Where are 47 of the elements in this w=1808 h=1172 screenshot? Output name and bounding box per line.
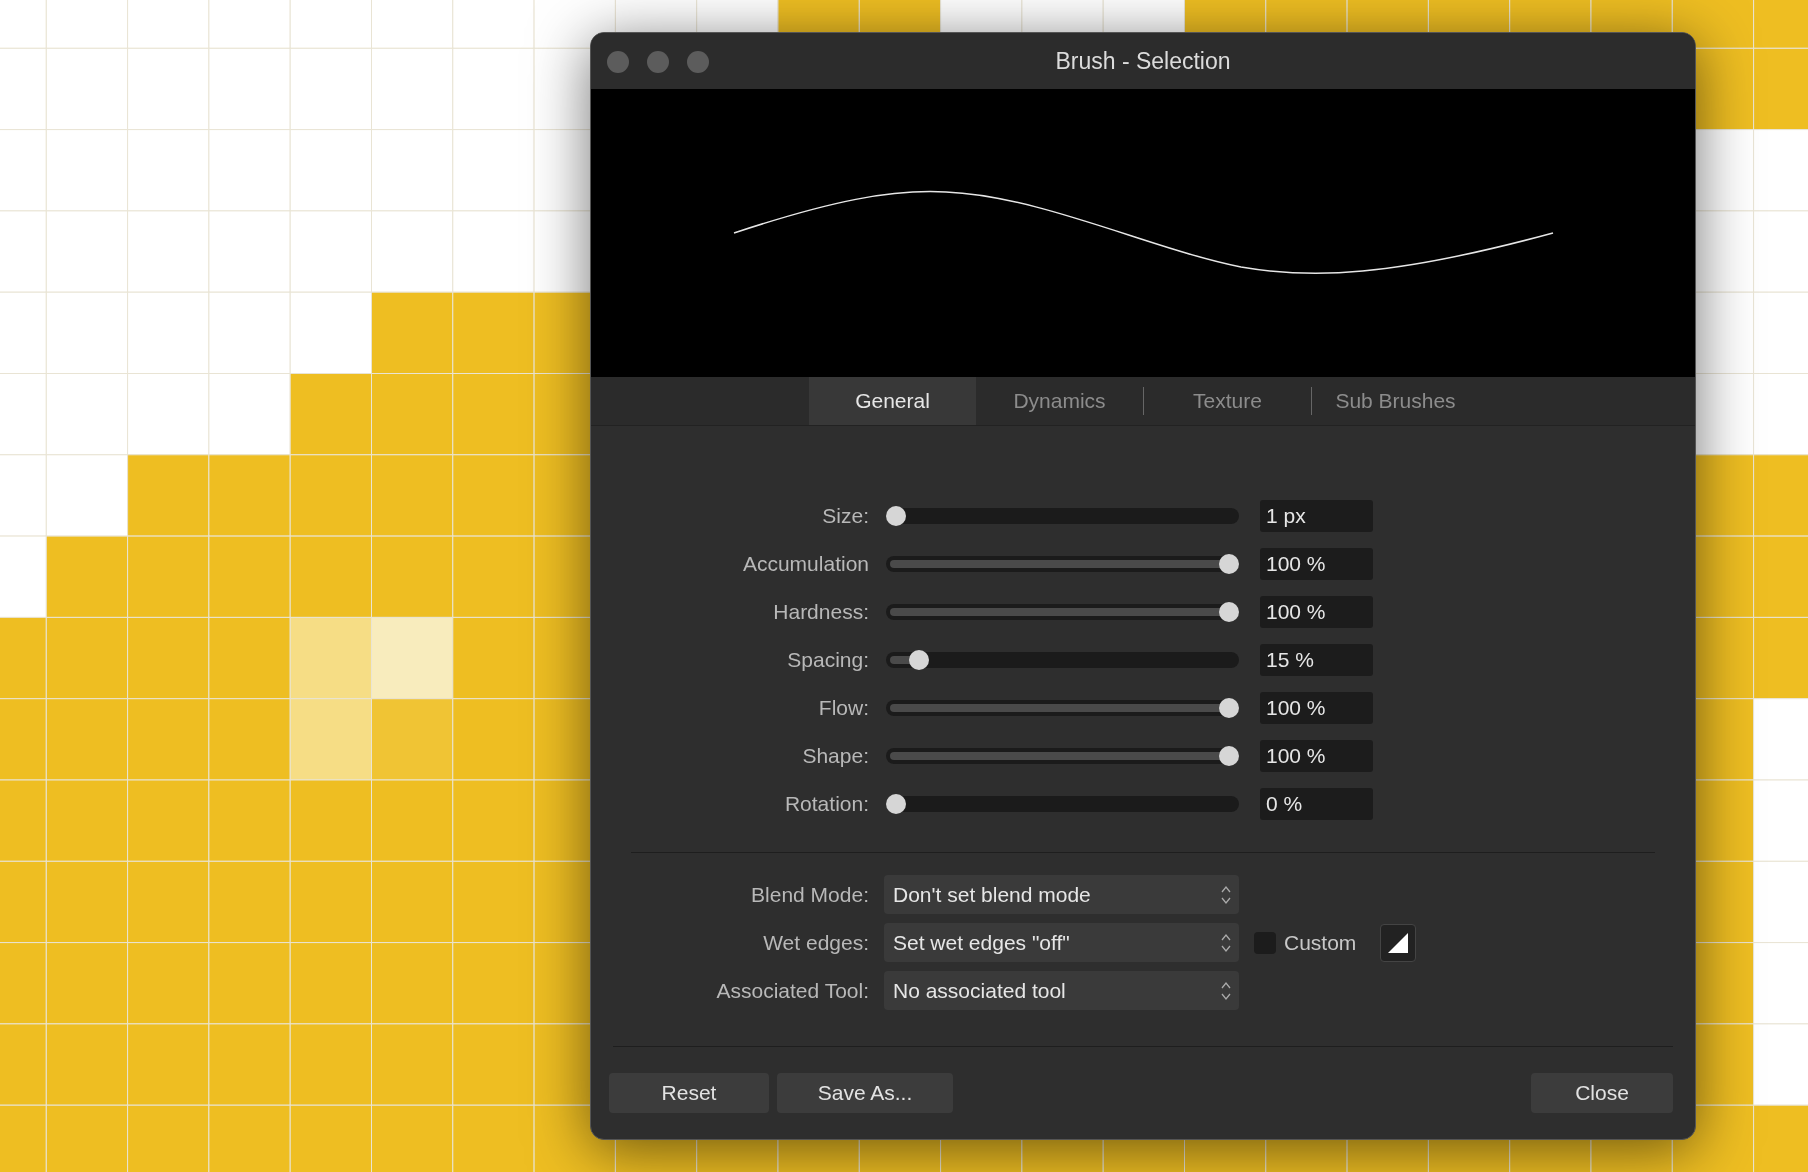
tab[interactable]: Sub Brushes <box>1312 377 1479 425</box>
field-label: Flow: <box>817 696 869 720</box>
slider[interactable] <box>886 604 1239 620</box>
field-label: Accumulation <box>741 552 869 576</box>
checkbox-label: Custom <box>1284 930 1357 955</box>
slider[interactable] <box>886 700 1239 716</box>
value-field[interactable]: 15 % <box>1260 644 1373 676</box>
field-label: Spacing: <box>786 648 869 672</box>
slider-thumb[interactable] <box>1219 602 1239 622</box>
slider-thumb[interactable] <box>1219 554 1239 574</box>
slider-thumb[interactable] <box>886 794 906 814</box>
value-field[interactable]: 100 % <box>1260 548 1373 580</box>
gradient-swatch-button[interactable] <box>1380 923 1417 962</box>
field-label: Blend Mode: <box>750 882 869 907</box>
value-field[interactable]: 0 % <box>1260 788 1373 820</box>
value-field[interactable]: 100 % <box>1260 740 1373 772</box>
field-label: Size: <box>821 504 869 528</box>
slider[interactable] <box>886 796 1239 812</box>
field-label: Hardness: <box>772 600 869 624</box>
slider-thumb[interactable] <box>1219 698 1239 718</box>
dialog-button[interactable]: Reset <box>609 1073 769 1113</box>
up-down-chevron-icon <box>1221 980 1231 1001</box>
dialog-button[interactable]: Save As... <box>777 1073 953 1113</box>
window-title: Brush - Selection <box>1055 47 1231 75</box>
field-label: Rotation: <box>783 792 869 816</box>
slider[interactable] <box>886 508 1239 524</box>
field-label: Shape: <box>801 744 869 768</box>
tab[interactable]: General <box>809 377 976 425</box>
dialog-button[interactable]: Close <box>1531 1073 1673 1113</box>
slider[interactable] <box>886 748 1239 764</box>
up-down-chevron-icon <box>1221 932 1231 953</box>
value-field[interactable]: 1 px <box>1260 500 1373 532</box>
tab[interactable]: Dynamics <box>976 377 1143 425</box>
dropdown[interactable]: No associated tool <box>884 971 1239 1010</box>
field-label: Associated Tool: <box>715 978 869 1003</box>
slider-thumb[interactable] <box>886 506 906 526</box>
field-label: Wet edges: <box>762 930 869 955</box>
slider[interactable] <box>886 652 1239 668</box>
value-field[interactable]: 100 % <box>1260 596 1373 628</box>
dropdown[interactable]: Don't set blend mode <box>884 875 1239 914</box>
slider-thumb[interactable] <box>909 650 930 670</box>
tab[interactable]: Texture <box>1144 377 1311 425</box>
slider-thumb[interactable] <box>1219 746 1239 766</box>
up-down-chevron-icon <box>1221 884 1231 905</box>
dropdown[interactable]: Set wet edges "off" <box>884 923 1239 962</box>
value-field[interactable]: 100 % <box>1260 692 1373 724</box>
slider[interactable] <box>886 556 1239 572</box>
